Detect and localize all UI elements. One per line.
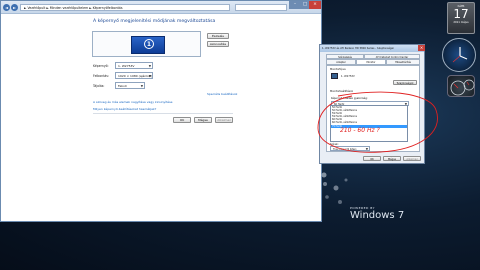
calendar-gadget[interactable]: hétfő 17 2011 május <box>447 2 475 34</box>
orientation-label: Tájolás: <box>93 84 105 88</box>
dialog-title: 1. W2753V és ATI Radeon HD 5800 Series -… <box>320 45 424 52</box>
os-name: Windows 7 <box>350 210 405 221</box>
dialog-ok-button[interactable]: OK <box>363 156 381 161</box>
gauge-icon <box>450 79 475 96</box>
detect-button[interactable]: Észlelés <box>207 33 229 39</box>
calendar-month: 2011 május <box>453 21 469 24</box>
address-bar: ◄ ► ► Vezérlőpult ► Minden vezérlőpultel… <box>1 1 321 14</box>
display-value: 1. W2753V <box>118 64 135 68</box>
calendar-day: 17 <box>453 7 469 21</box>
divider <box>93 113 233 114</box>
close-icon[interactable]: × <box>309 1 321 9</box>
orientation-select[interactable]: Fekvő ▼ <box>115 82 145 89</box>
advanced-settings-link[interactable]: Speciális beállítások <box>207 92 237 96</box>
monitor-properties-button[interactable]: Tulajdonságok <box>393 80 417 85</box>
colors-value: True Color (32 bites) <box>333 148 357 151</box>
monitor-type-label: Monitortípus <box>330 68 346 71</box>
screen-resolution-window: ◄ ► ► Vezérlőpult ► Minden vezérlőpultel… <box>0 0 322 222</box>
resolution-value: 1920 × 1080 (ajánlott) <box>118 74 153 78</box>
annotation-text: 210 - 60 Hz ? <box>340 127 380 134</box>
colors-select[interactable]: True Color (32 bites) ▼ <box>330 146 370 151</box>
chevron-down-icon: ▼ <box>148 74 151 78</box>
clock-face-icon <box>452 47 468 63</box>
refresh-rate-dropdown[interactable]: 50 Hertz 50 Hertz, váltottsoros 59 Hertz… <box>330 105 408 142</box>
search-input[interactable] <box>235 4 287 11</box>
display-properties-dialog: 1. W2753V és ATI Radeon HD 5800 Series -… <box>319 44 425 164</box>
dialog-close-icon[interactable]: × <box>418 45 425 51</box>
chevron-down-icon: ▼ <box>148 64 151 68</box>
monitor-preview: 1 <box>92 31 201 57</box>
monitor-number: 1 <box>144 39 154 49</box>
chevron-down-icon: ▼ <box>140 84 143 88</box>
breadcrumb[interactable]: ► Vezérlőpult ► Minden vezérlőpultelem ►… <box>20 4 230 11</box>
resolution-select[interactable]: 1920 × 1080 (ajánlott) ▼ <box>115 72 153 79</box>
dialog-cancel-button[interactable]: Mégse <box>383 156 401 161</box>
resolution-label: Felbontás: <box>93 74 109 78</box>
monitor-type-value: 1. W2753V <box>341 75 355 78</box>
page-title: A képernyő megjelenítési módjának megvál… <box>93 19 216 24</box>
cancel-button[interactable]: Mégse <box>194 117 212 123</box>
orientation-value: Fekvő <box>118 84 127 88</box>
monitor-settings-label: Monitorbeállítások <box>330 90 354 93</box>
monitor-icon <box>331 73 338 79</box>
forward-icon[interactable]: ► <box>11 4 18 11</box>
display-select[interactable]: 1. W2753V ▼ <box>115 62 153 69</box>
apply-button[interactable]: Alkalmaz <box>215 117 233 123</box>
clock-gadget[interactable] <box>442 38 476 72</box>
text-size-link[interactable]: A szöveg és más elemek nagyítása vagy ki… <box>93 100 173 104</box>
refresh-rate-label: Képernyő-frissítési gyakoriság: <box>331 97 368 100</box>
windows-flag-swirl-icon <box>321 172 348 204</box>
chevron-down-icon: ▼ <box>365 147 368 151</box>
back-icon[interactable]: ◄ <box>3 4 10 11</box>
identify-button[interactable]: Azonosítás <box>207 41 229 47</box>
monitor-1-icon[interactable]: 1 <box>131 36 165 54</box>
dialog-apply-button[interactable]: Alkalmaz <box>403 156 421 161</box>
cpu-meter-gadget[interactable] <box>447 75 475 97</box>
windows-7-logo: POWERED BY Windows 7 <box>350 206 404 221</box>
display-label: Képernyő: <box>93 64 109 68</box>
ok-button[interactable]: OK <box>173 117 191 123</box>
which-settings-link[interactable]: Milyen képernyő-beállításokat használjak… <box>93 107 156 111</box>
